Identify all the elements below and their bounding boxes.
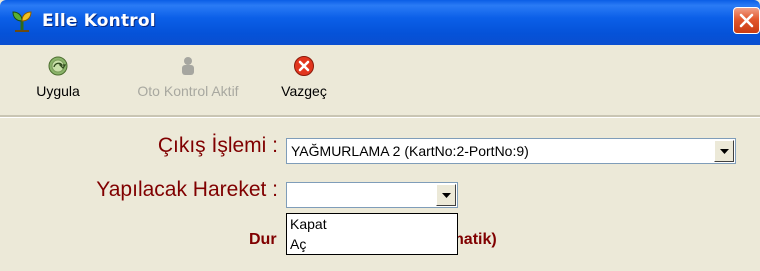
action-select[interactable] [286,182,458,208]
auto-control-label: Oto Kontrol Aktif [137,83,239,99]
action-dropdown-button[interactable] [436,184,456,206]
status-text-left: Dur [249,231,277,248]
cancel-button[interactable]: Vazgeç [263,55,345,111]
window: Elle Kontrol Uygula Oto Kontrol Aktif Va… [0,0,760,271]
output-dropdown-button[interactable] [714,140,734,162]
action-options-list: Kapat Aç [286,213,458,255]
hand-icon [182,57,194,75]
title-bar[interactable]: Elle Kontrol [0,0,760,45]
output-operation-label: Çıkış İşlemi : [157,134,278,157]
window-title: Elle Kontrol [42,11,156,31]
apply-icon [48,56,68,76]
apply-button-label: Uygula [36,83,80,99]
toolbar: Uygula Oto Kontrol Aktif Vazgeç [0,45,760,115]
apply-button[interactable]: Uygula [18,55,98,111]
cancel-icon [294,56,314,76]
plant-icon [12,11,32,32]
option-open[interactable]: Aç [287,234,457,254]
chevron-down-icon [720,149,729,154]
close-button[interactable] [733,7,760,34]
cancel-button-label: Vazgeç [281,83,327,99]
option-close[interactable]: Kapat [287,214,457,234]
close-icon [739,13,754,28]
auto-control-button[interactable]: Oto Kontrol Aktif [118,55,258,111]
chevron-down-icon [442,193,451,198]
output-operation-select[interactable]: YAĞMURLAMA 2 (KartNo:2-PortNo:9) [286,138,736,164]
output-operation-value: YAĞMURLAMA 2 (KartNo:2-PortNo:9) [291,143,529,159]
action-label: Yapılacak Hareket : [96,178,278,201]
